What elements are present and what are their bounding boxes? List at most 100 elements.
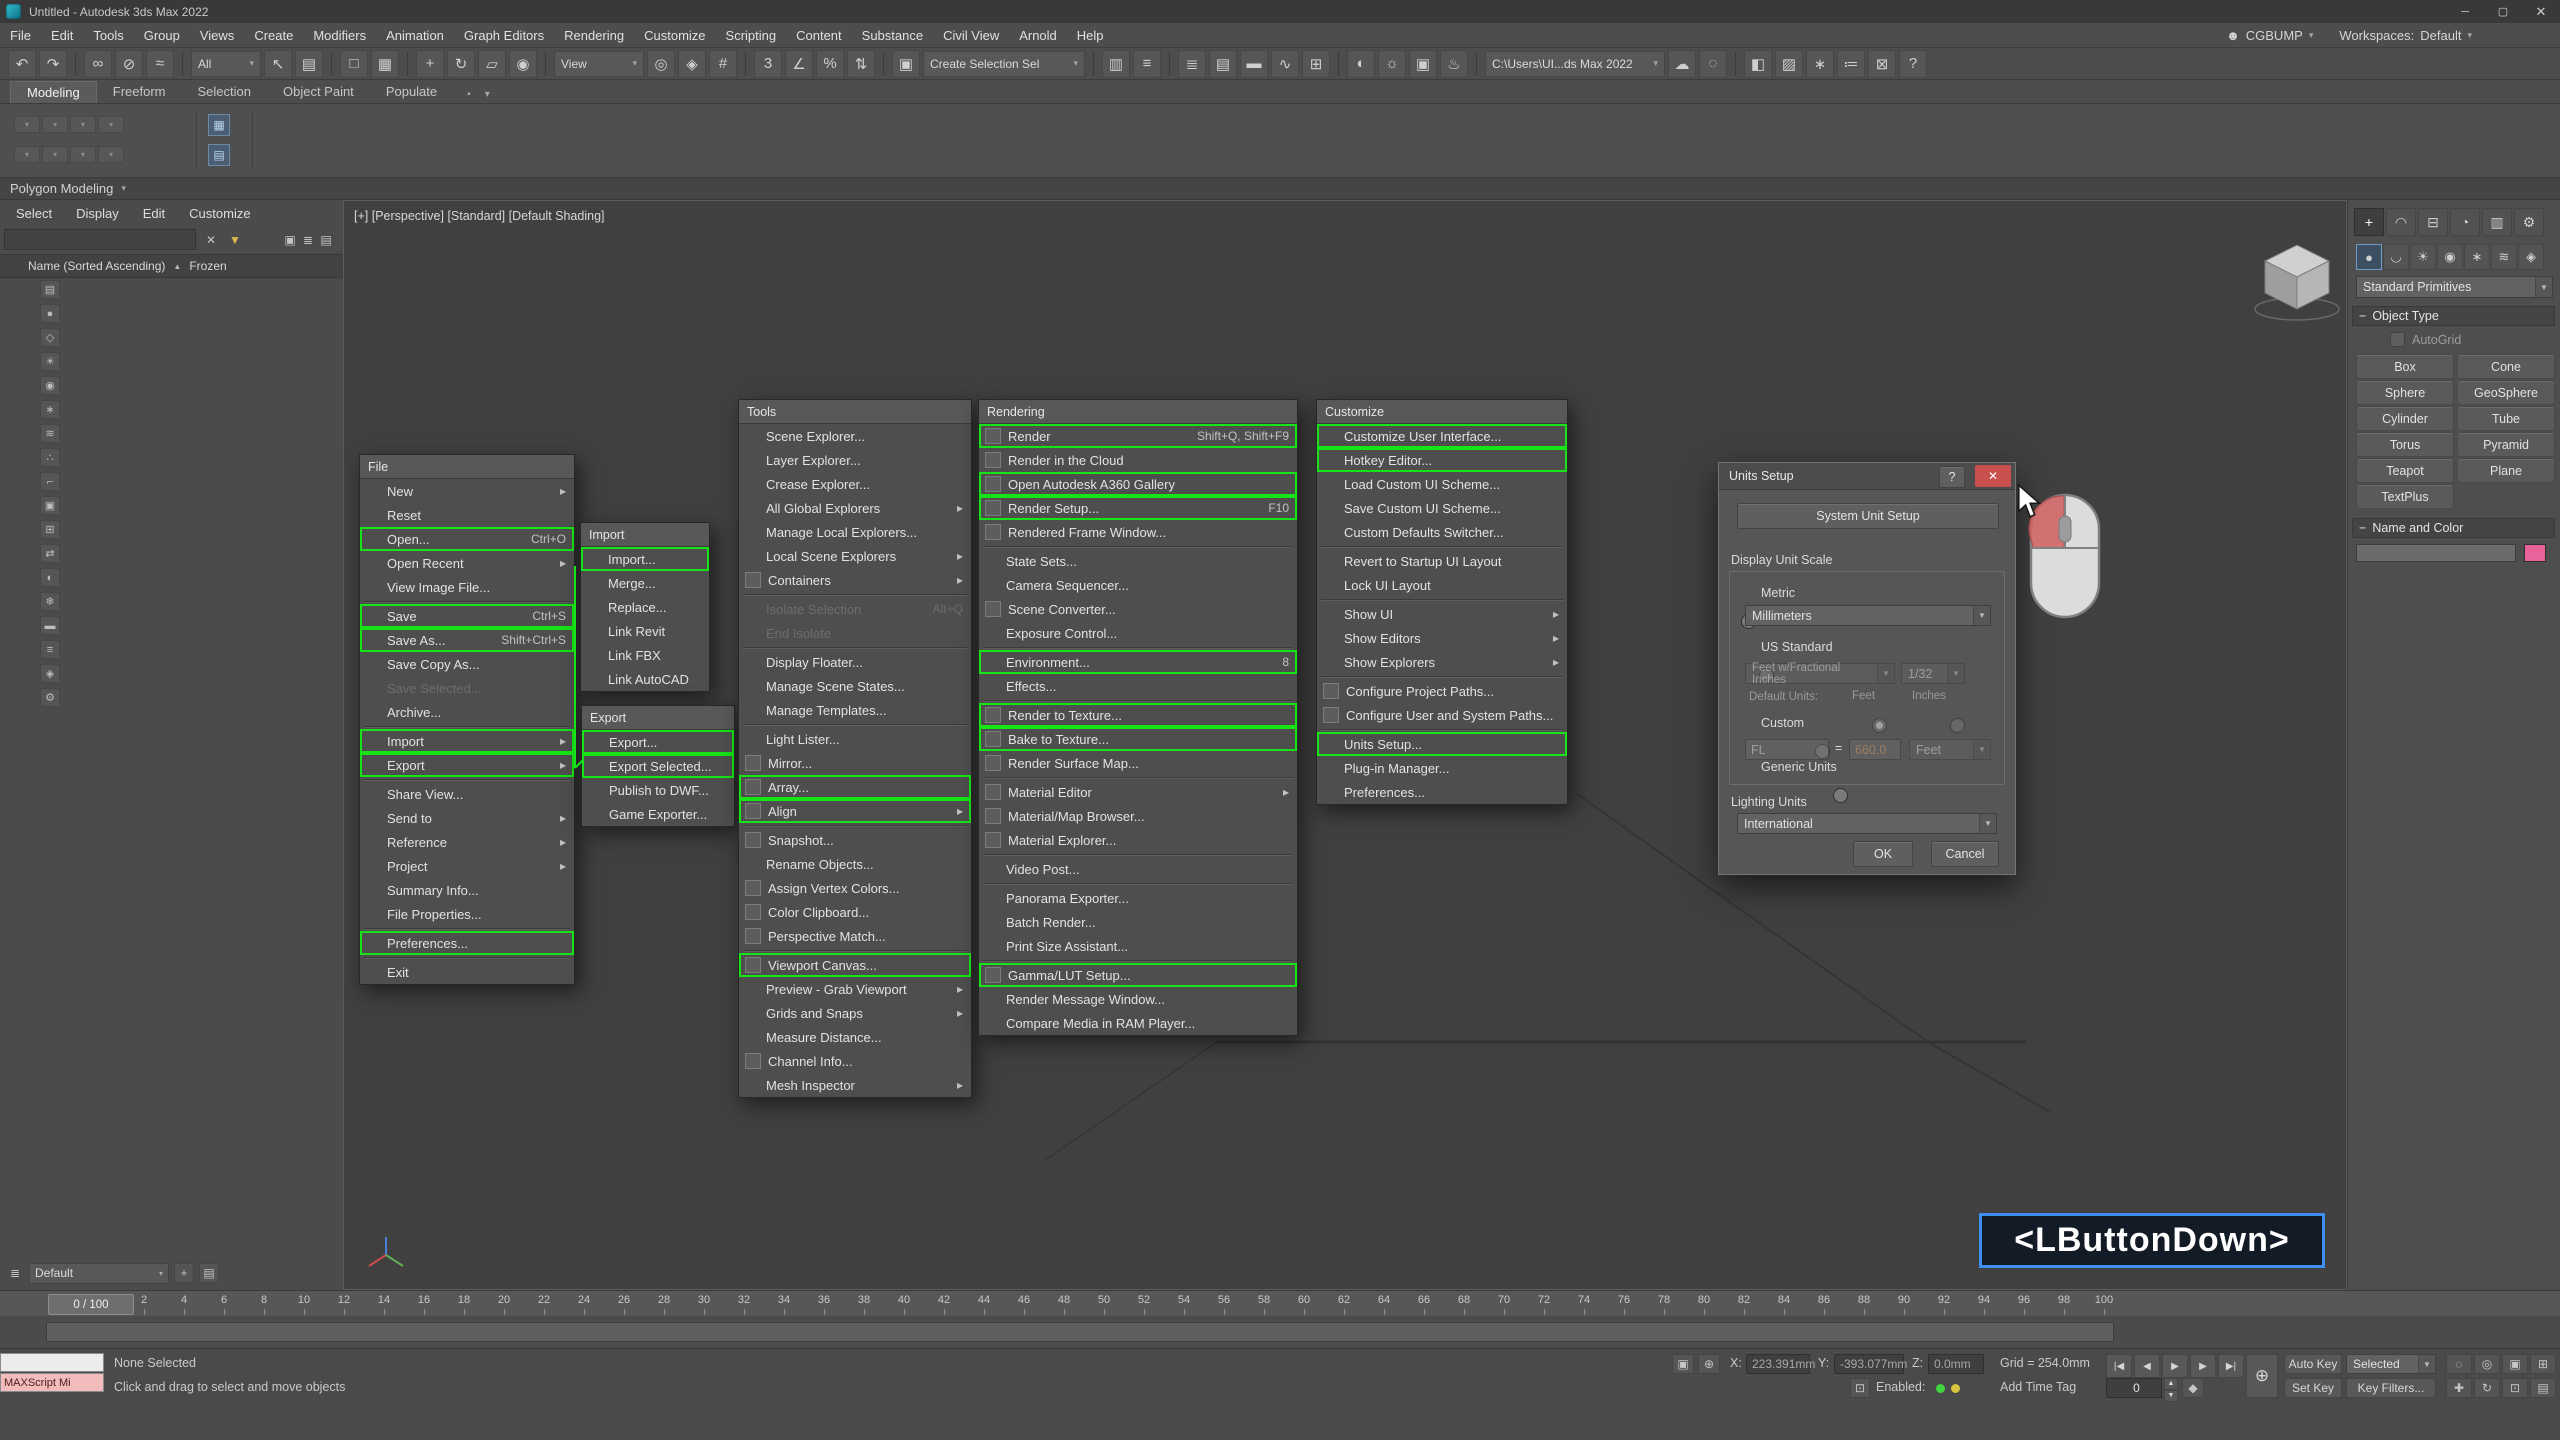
maximize-viewport-toggle-icon[interactable]: ⊡ bbox=[2502, 1378, 2528, 1398]
menu-item-import[interactable]: Import... bbox=[581, 547, 709, 571]
menubar-item-animation[interactable]: Animation bbox=[376, 23, 454, 47]
spinner-snap-toggle-icon[interactable]: ⇅ bbox=[847, 50, 875, 78]
menu-item-render[interactable]: RenderShift+Q, Shift+F9 bbox=[979, 424, 1297, 448]
menu-item-replace[interactable]: Replace... bbox=[581, 595, 709, 619]
tab-populate[interactable]: Populate bbox=[370, 81, 453, 103]
object-button-torus[interactable]: Torus bbox=[2356, 432, 2454, 457]
track-bar[interactable]: 0 / 100 02468101214161820222426283032343… bbox=[0, 1290, 2560, 1317]
go-to-start-button[interactable]: |◀ bbox=[2106, 1354, 2132, 1378]
menu-item-preview-grab-viewport[interactable]: Preview - Grab Viewport▸ bbox=[739, 977, 971, 1001]
schematic-view-icon[interactable]: ⊞ bbox=[1302, 50, 1330, 78]
menubar-item-modifiers[interactable]: Modifiers bbox=[303, 23, 376, 47]
toggle-scene-explorer-icon[interactable]: ≣ bbox=[1178, 50, 1206, 78]
tab-modeling[interactable]: Modeling bbox=[10, 81, 97, 103]
zoom-icon[interactable]: ◌ bbox=[2446, 1354, 2472, 1374]
menu-item-align[interactable]: Align▸ bbox=[739, 799, 971, 823]
user-account-menu[interactable]: ☻ CGBUMP ▾ bbox=[2226, 28, 2313, 43]
display-hidden-icon[interactable]: ▬ bbox=[40, 616, 60, 635]
display-groups-icon[interactable]: ⊞ bbox=[40, 520, 60, 539]
menu-item-manage-templates[interactable]: Manage Templates... bbox=[739, 698, 971, 722]
menu-item-publish-to-dwf[interactable]: Publish to DWF... bbox=[582, 778, 734, 802]
menu-item-save-as[interactable]: Save As...Shift+Ctrl+S bbox=[360, 628, 574, 652]
column-settings-icon[interactable]: ▤ bbox=[317, 231, 335, 249]
menu-item-open-recent[interactable]: Open Recent▸ bbox=[360, 551, 574, 575]
object-button-box[interactable]: Box bbox=[2356, 354, 2454, 379]
menubar-item-substance[interactable]: Substance bbox=[852, 23, 933, 47]
menu-item-configure-user-and-system-paths[interactable]: Configure User and System Paths... bbox=[1317, 703, 1567, 727]
undo-icon[interactable]: ↶ bbox=[8, 50, 36, 78]
object-button-cone[interactable]: Cone bbox=[2457, 354, 2555, 379]
menubar-item-tools[interactable]: Tools bbox=[83, 23, 133, 47]
ribbon-swatch-button[interactable]: ▾ bbox=[98, 146, 124, 163]
menubar-item-arnold[interactable]: Arnold bbox=[1009, 23, 1067, 47]
project-folder-dropdown[interactable]: C:\Users\UI...ds Max 2022▾ bbox=[1485, 51, 1665, 77]
set-key-button[interactable]: Set Key bbox=[2284, 1378, 2342, 1398]
keyboard-shortcut-override-icon[interactable]: # bbox=[709, 50, 737, 78]
menu-item-reset[interactable]: Reset bbox=[360, 503, 574, 527]
autodesk-a360-gallery-icon[interactable]: ◌ bbox=[1699, 50, 1727, 78]
menu-item-share-view[interactable]: Share View... bbox=[360, 782, 574, 806]
ribbon-swatch-button[interactable]: ▾ bbox=[14, 146, 40, 163]
angle-snap-toggle-icon[interactable]: ∠ bbox=[785, 50, 813, 78]
menu-item-exit[interactable]: Exit bbox=[360, 960, 574, 984]
motion-tab[interactable]: ◔ bbox=[2450, 208, 2480, 236]
display-materials-icon[interactable]: ◐ bbox=[40, 568, 60, 587]
menu-item-all-global-explorers[interactable]: All Global Explorers▸ bbox=[739, 496, 971, 520]
menu-item-light-lister[interactable]: Light Lister... bbox=[739, 727, 971, 751]
absolute-mode-transform-toggle[interactable]: ⊕ bbox=[1698, 1354, 1720, 1374]
select-and-scale-icon[interactable]: ▱ bbox=[478, 50, 506, 78]
display-geometry-icon[interactable]: ● bbox=[40, 304, 60, 323]
menu-item-reference[interactable]: Reference▸ bbox=[360, 830, 574, 854]
display-shapes-icon[interactable]: ◇ bbox=[40, 328, 60, 347]
menubar-item-customize[interactable]: Customize bbox=[634, 23, 715, 47]
object-button-teapot[interactable]: Teapot bbox=[2356, 458, 2454, 483]
menu-item-bake-to-texture[interactable]: Bake to Texture... bbox=[979, 727, 1297, 751]
menu-item-open[interactable]: Open...Ctrl+O bbox=[360, 527, 574, 551]
edit-named-selection-sets-icon[interactable]: ▣ bbox=[892, 50, 920, 78]
select-by-name-icon[interactable]: ▤ bbox=[295, 50, 323, 78]
menu-item-render-surface-map[interactable]: Render Surface Map... bbox=[979, 751, 1297, 775]
named-selection-sets-dropdown[interactable]: Create Selection Sel▾ bbox=[923, 51, 1085, 77]
list-view-icon[interactable]: ≣ bbox=[299, 231, 317, 249]
bind-to-space-warp-icon[interactable]: ≈ bbox=[146, 50, 174, 78]
menu-item-customize-user-interface[interactable]: Customize User Interface... bbox=[1317, 424, 1567, 448]
menu-item-preferences[interactable]: Preferences... bbox=[1317, 780, 1567, 804]
material-editor-icon[interactable]: ◐ bbox=[1347, 50, 1375, 78]
explorer-settings-icon[interactable]: ⚙ bbox=[40, 688, 60, 707]
reference-coordinate-system-dropdown[interactable]: View▾ bbox=[554, 51, 644, 77]
explorer-search-input[interactable] bbox=[4, 229, 196, 250]
menu-item-channel-info[interactable]: Channel Info... bbox=[739, 1049, 971, 1073]
align-icon[interactable]: ≡ bbox=[1133, 50, 1161, 78]
create-tab[interactable]: + bbox=[2354, 208, 2384, 236]
toggle-layer-explorer-icon[interactable]: ▤ bbox=[1209, 50, 1237, 78]
display-containers-icon[interactable]: ▣ bbox=[40, 496, 60, 515]
spinner-down-icon[interactable]: ▼ bbox=[2164, 1390, 2178, 1402]
menu-item-scene-converter[interactable]: Scene Converter... bbox=[979, 597, 1297, 621]
coordinate-z-field[interactable]: 0.0mm bbox=[1928, 1354, 1984, 1374]
object-button-cylinder[interactable]: Cylinder bbox=[2356, 406, 2454, 431]
menubar-item-edit[interactable]: Edit bbox=[41, 23, 83, 47]
tab-selection[interactable]: Selection bbox=[182, 81, 267, 103]
menu-item-merge[interactable]: Merge... bbox=[581, 571, 709, 595]
menu-item-custom-defaults-switcher[interactable]: Custom Defaults Switcher... bbox=[1317, 520, 1567, 544]
set-keys-button[interactable]: ⊕ bbox=[2246, 1354, 2278, 1398]
menu-item-measure-distance[interactable]: Measure Distance... bbox=[739, 1025, 971, 1049]
menu-title-file[interactable]: File bbox=[360, 455, 574, 479]
menu-item-manage-scene-states[interactable]: Manage Scene States... bbox=[739, 674, 971, 698]
hierarchy-tab[interactable]: ⊟ bbox=[2418, 208, 2448, 236]
menu-item-batch-render[interactable]: Batch Render... bbox=[979, 910, 1297, 934]
time-slider[interactable]: 0 / 100 bbox=[48, 1294, 134, 1315]
render-setup-icon[interactable]: ☼ bbox=[1378, 50, 1406, 78]
menu-item-archive[interactable]: Archive... bbox=[360, 700, 574, 724]
tab-object-paint[interactable]: Object Paint bbox=[267, 81, 370, 103]
snaps-toggle-3d-icon[interactable]: 3 bbox=[754, 50, 782, 78]
menubar-item-content[interactable]: Content bbox=[786, 23, 852, 47]
workspaces-selector[interactable]: Workspaces: Default ▾ bbox=[2339, 28, 2472, 43]
menu-item-lock-ui-layout[interactable]: Lock UI Layout bbox=[1317, 573, 1567, 597]
menu-item-camera-sequencer[interactable]: Camera Sequencer... bbox=[979, 573, 1297, 597]
menu-item-perspective-match[interactable]: Perspective Match... bbox=[739, 924, 971, 948]
menu-item-state-sets[interactable]: State Sets... bbox=[979, 549, 1297, 573]
menu-item-link-autocad[interactable]: Link AutoCAD bbox=[581, 667, 709, 691]
selection-filter-dropdown[interactable]: All▾ bbox=[191, 51, 261, 77]
substance-toolbar-icon[interactable]: ▨ bbox=[1775, 50, 1803, 78]
